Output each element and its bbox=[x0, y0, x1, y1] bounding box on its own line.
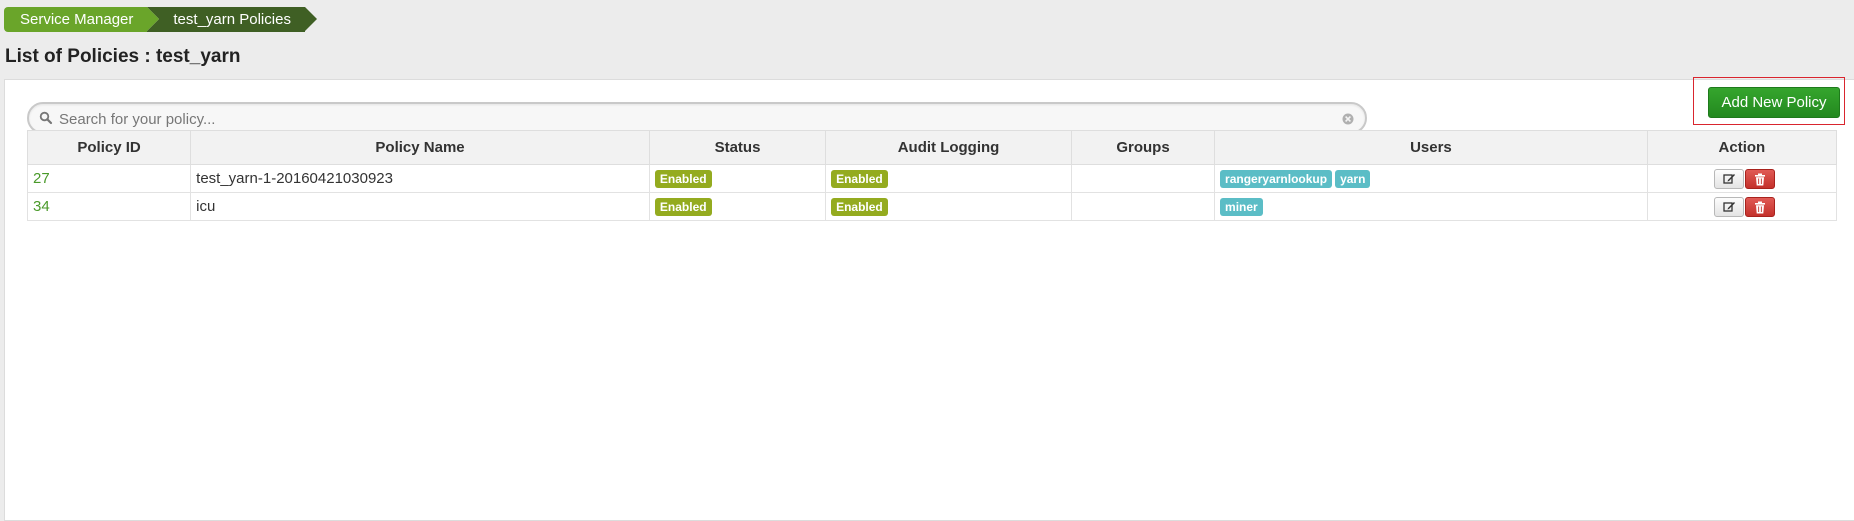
column-header-groups: Groups bbox=[1070, 130, 1216, 165]
user-badge: yarn bbox=[1335, 169, 1371, 188]
search-input[interactable] bbox=[57, 107, 1321, 131]
table-row: 34 icu Enabled Enabled miner bbox=[26, 192, 1838, 221]
page-title: List of Policies : test_yarn bbox=[5, 46, 241, 67]
audit-logging-cell: Enabled bbox=[825, 164, 1072, 193]
breadcrumb-test-yarn-policies-label: test_yarn Policies bbox=[173, 11, 291, 28]
user-badge: miner bbox=[1220, 197, 1263, 216]
breadcrumb-service-manager[interactable]: Service Manager bbox=[4, 7, 160, 32]
clear-icon[interactable] bbox=[1341, 112, 1355, 126]
delete-button[interactable] bbox=[1744, 196, 1775, 217]
edit-button[interactable] bbox=[1713, 168, 1744, 189]
table-header-row: Policy ID Policy Name Status Audit Loggi… bbox=[26, 130, 1838, 165]
status-badge: Enabled bbox=[654, 169, 712, 188]
status-cell: Enabled bbox=[648, 164, 827, 193]
column-header-action: Action bbox=[1646, 130, 1838, 165]
groups-cell bbox=[1070, 192, 1216, 221]
groups-cell bbox=[1070, 164, 1216, 193]
trash-icon bbox=[1754, 173, 1765, 185]
edit-icon bbox=[1723, 173, 1735, 184]
breadcrumb-service-manager-label: Service Manager bbox=[20, 11, 134, 28]
user-badge: rangeryarnlookup bbox=[1220, 169, 1333, 188]
column-header-audit-logging: Audit Logging bbox=[825, 130, 1072, 165]
policy-id-cell: 27 bbox=[26, 164, 192, 193]
action-cell bbox=[1646, 192, 1838, 221]
trash-icon bbox=[1754, 201, 1765, 213]
users-cell: rangeryarnlookup yarn bbox=[1214, 164, 1648, 193]
column-header-policy-name[interactable]: Policy Name bbox=[190, 130, 650, 165]
audit-logging-badge: Enabled bbox=[831, 169, 888, 188]
audit-logging-badge: Enabled bbox=[831, 197, 888, 216]
column-header-policy-id[interactable]: Policy ID bbox=[26, 130, 192, 165]
status-cell: Enabled bbox=[648, 192, 827, 221]
status-badge: Enabled bbox=[654, 197, 712, 216]
policy-id-cell: 34 bbox=[26, 192, 192, 221]
policies-table: Policy ID Policy Name Status Audit Loggi… bbox=[26, 130, 1838, 221]
column-header-status: Status bbox=[648, 130, 827, 165]
users-cell: miner bbox=[1214, 192, 1648, 221]
policies-panel: Add New Policy Policy ID Policy Name Sta… bbox=[4, 77, 1854, 521]
policy-id-link[interactable]: 34 bbox=[33, 198, 50, 215]
delete-button[interactable] bbox=[1744, 168, 1775, 189]
audit-logging-cell: Enabled bbox=[825, 192, 1072, 221]
policy-name-cell: test_yarn-1-20160421030923 bbox=[190, 164, 650, 193]
column-header-users: Users bbox=[1214, 130, 1648, 165]
policy-id-link[interactable]: 27 bbox=[33, 170, 50, 187]
breadcrumb: Service Manager test_yarn Policies bbox=[4, 7, 317, 32]
search-icon bbox=[39, 111, 53, 125]
add-new-policy-button[interactable]: Add New Policy bbox=[1708, 87, 1840, 118]
table-row: 27 test_yarn-1-20160421030923 Enabled En… bbox=[26, 164, 1838, 193]
edit-button[interactable] bbox=[1713, 196, 1744, 217]
policy-name-cell: icu bbox=[190, 192, 650, 221]
edit-icon bbox=[1723, 201, 1735, 212]
breadcrumb-test-yarn-policies[interactable]: test_yarn Policies bbox=[147, 7, 317, 32]
action-cell bbox=[1646, 164, 1838, 193]
